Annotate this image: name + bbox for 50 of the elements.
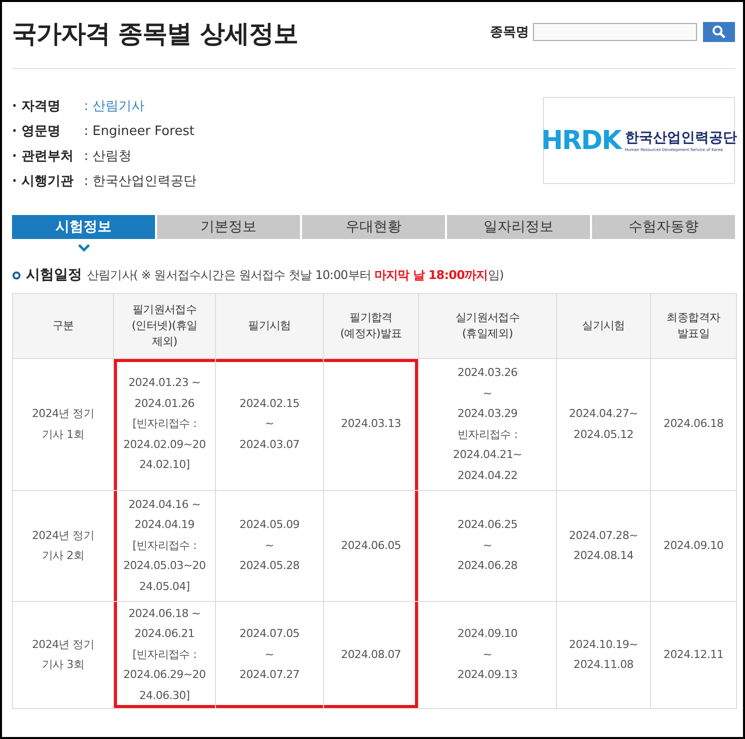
table-cell: 2024.07.28~ 2024.08.14 (556, 490, 650, 602)
field-label: · 영문명 (12, 123, 62, 140)
schedule-note: 산림기사( ※ 원서접수시간은 원서접수 첫날 10:00부터 마지막 날 18:00까지임) (87, 266, 504, 284)
table-cell: 2024.06.18 ~ 2024.06.21 [빈자리접수 : 2024.06.29~20 24.06.30] (114, 602, 216, 708)
field-value: : Engineer Forest (84, 124, 194, 139)
field-label: · 시행기관 (12, 173, 74, 190)
field-value: : 산림청 (84, 148, 132, 165)
chevron-down-icon (78, 244, 90, 252)
column-header: 필기원서접수 (인터넷)(휴일 제외) (114, 294, 216, 358)
section-title: 시험일정 (26, 266, 82, 284)
field-value: : 한국산업인력공단 (84, 173, 197, 190)
table-cell: 2024.06.25 ~ 2024.06.28 (418, 490, 556, 602)
table-cell: 2024년 정기 기사 2회 (12, 490, 114, 602)
table-cell: 2024.12.11 (650, 602, 736, 708)
tab[interactable]: 일자리정보 (447, 215, 590, 239)
table-cell: 2024.03.13 (324, 358, 418, 490)
search-field[interactable] (533, 23, 697, 41)
column-header: 구분 (12, 294, 114, 358)
tab[interactable]: 수험자동향 (592, 215, 735, 239)
search-icon (712, 25, 726, 39)
table-cell: 2024.09.10 ~ 2024.09.13 (418, 602, 556, 708)
table-cell: 2024.08.07 (324, 602, 418, 708)
table-cell: 2024.04.16 ~ 2024.04.19 [빈자리접수 : 2024.05.03~20 24.05.04] (114, 490, 216, 602)
table-cell: 2024.02.15 ~ 2024.03.07 (216, 358, 324, 490)
table-cell: 2024년 정기 기사 3회 (12, 602, 114, 708)
table-cell: 2024.06.18 (650, 358, 736, 490)
table-cell: 2024.05.09 ~ 2024.05.28 (216, 490, 324, 602)
table-cell: 2024.04.27~ 2024.05.12 (556, 358, 650, 490)
tab[interactable]: 시험정보 (12, 215, 155, 239)
column-header: 최종합격자 발표일 (650, 294, 736, 358)
column-header: 필기시험 (216, 294, 324, 358)
tab[interactable]: 기본정보 (157, 215, 300, 239)
table-cell: 2024.09.10 (650, 490, 736, 602)
table-cell: 2024.10.19~ 2024.11.08 (556, 602, 650, 708)
field-label: · 자격명 (12, 98, 62, 115)
bullet-icon (12, 270, 21, 280)
table-cell: 2024.06.05 (324, 490, 418, 602)
field-label: · 관련부처 (12, 148, 74, 165)
column-header: 실기시험 (556, 294, 650, 358)
page-title: 국가자격 종목별 상세정보 (12, 18, 298, 50)
table-cell: 2024.07.05 ~ 2024.07.27 (216, 602, 324, 708)
table-cell: 2024.01.23 ~ 2024.01.26 [빈자리접수 : 2024.02.09~20 24.02.10] (114, 358, 216, 490)
qualification-link[interactable]: : 산림기사 (84, 97, 145, 115)
table-cell: 2024.03.26 ~ 2024.03.29 빈자리접수 : 2024.04.21~ 2024.04.22 (418, 358, 556, 490)
tab[interactable]: 우대현황 (302, 215, 445, 239)
column-header: 필기합격 (예정자)발표 (324, 294, 418, 358)
column-header: 실기원서접수 (휴일제외) (418, 294, 556, 358)
search-button[interactable] (703, 22, 735, 42)
table-cell: 2024년 정기 기사 1회 (12, 358, 114, 490)
search-label: 종목명 (490, 24, 529, 41)
